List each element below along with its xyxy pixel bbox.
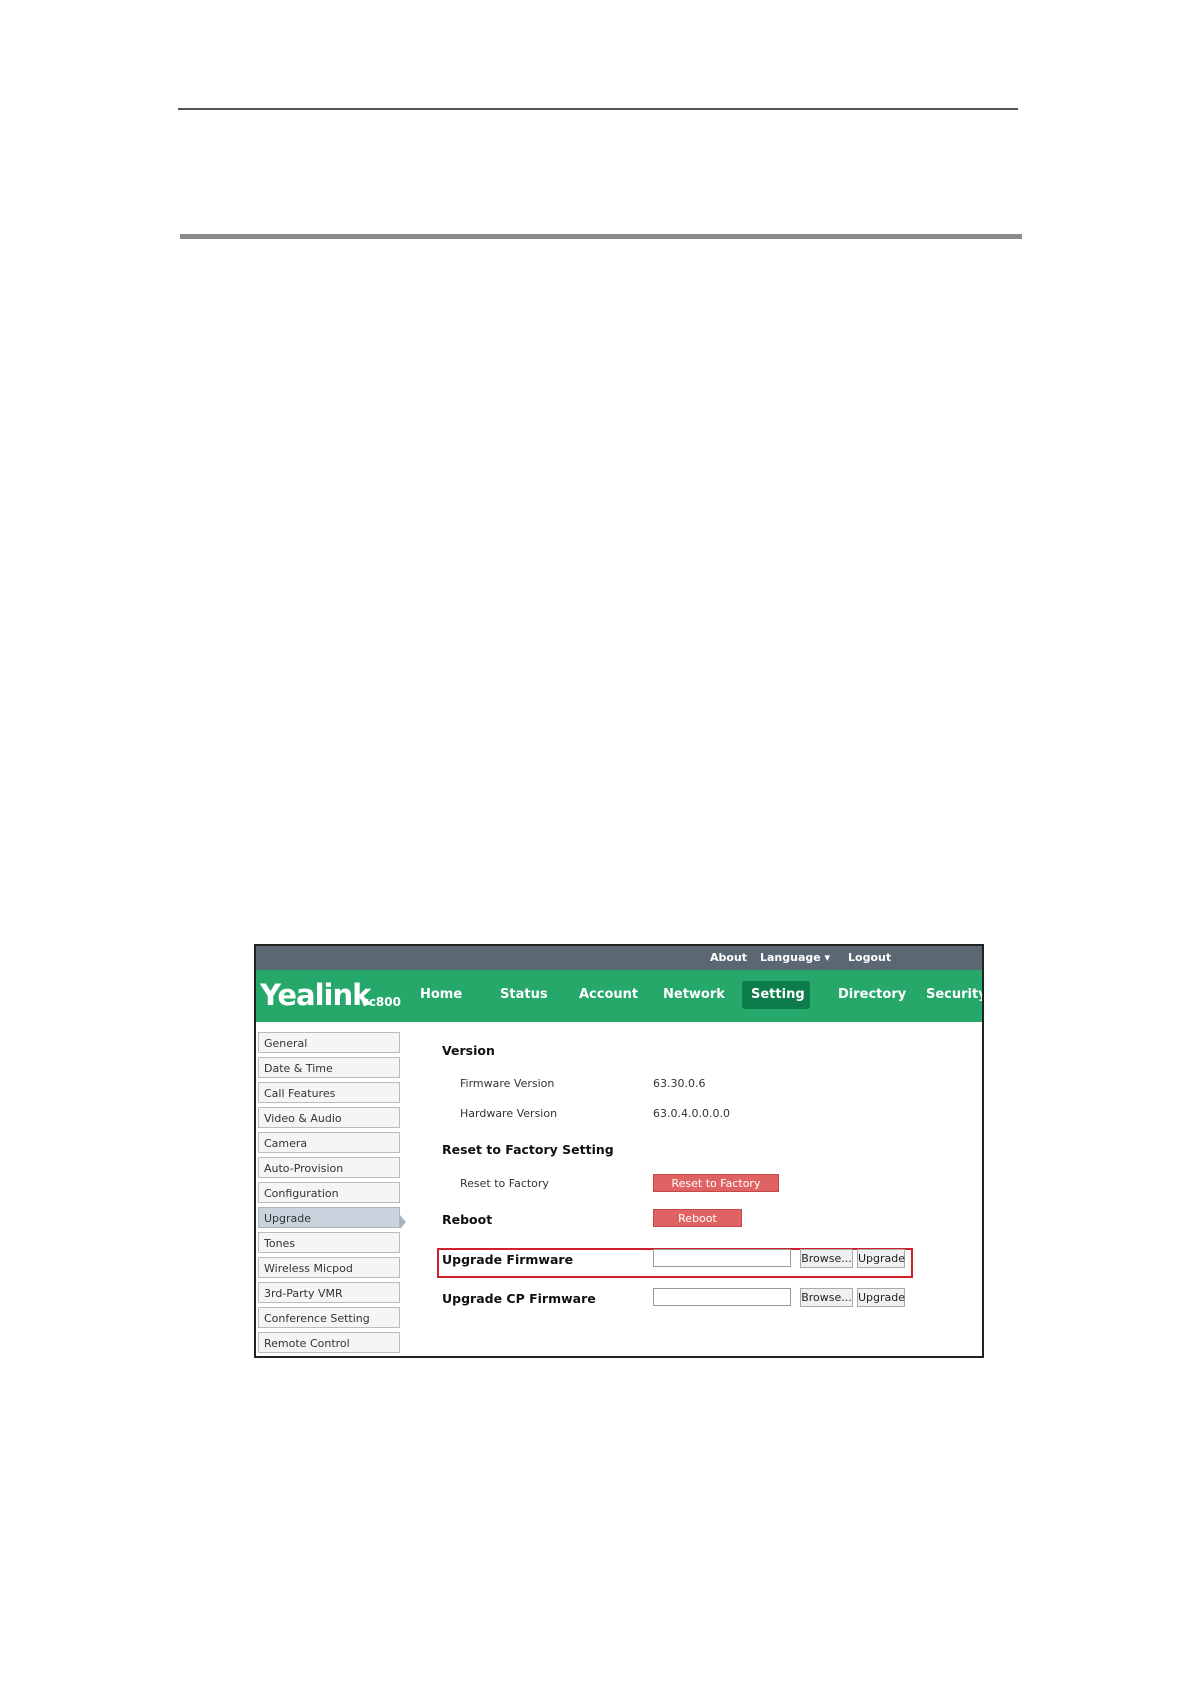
about-link[interactable]: About xyxy=(710,951,747,964)
reset-label: Reset to Factory xyxy=(460,1177,549,1190)
tab-directory[interactable]: Directory xyxy=(838,987,906,1002)
reset-title: Reset to Factory Setting xyxy=(442,1142,614,1157)
sidebar-item-tones[interactable]: Tones xyxy=(258,1232,400,1253)
sidebar-item-date-time[interactable]: Date & Time xyxy=(258,1057,400,1078)
sidebar-item-upgrade[interactable]: Upgrade xyxy=(258,1207,400,1228)
reboot-button[interactable]: Reboot xyxy=(653,1209,742,1227)
upgrade-firmware-title: Upgrade Firmware xyxy=(442,1252,574,1267)
cp-upgrade-button[interactable]: Upgrade xyxy=(857,1288,905,1307)
firmware-version-label: Firmware Version xyxy=(460,1077,555,1090)
sidebar-item-auto-provision[interactable]: Auto-Provision xyxy=(258,1157,400,1178)
tab-security[interactable]: Security xyxy=(926,987,982,1002)
reboot-title: Reboot xyxy=(442,1212,493,1227)
reset-factory-button[interactable]: Reset to Factory Setting xyxy=(653,1174,779,1203)
tab-home[interactable]: Home xyxy=(420,987,462,1002)
main-nav: Yealink vc800 Home Status Account Networ… xyxy=(256,970,982,1022)
sidebar-item-3rd-party-vmr[interactable]: 3rd-Party VMR xyxy=(258,1282,400,1303)
firmware-browse-button[interactable]: Browse... xyxy=(800,1249,853,1268)
sidebar-item-configuration[interactable]: Configuration xyxy=(258,1182,400,1203)
hardware-version-value: 63.0.4.0.0.0.0 xyxy=(653,1107,730,1120)
sidebar-item-remote-control[interactable]: Remote Control xyxy=(258,1332,400,1353)
tab-account[interactable]: Account xyxy=(579,987,638,1002)
language-menu[interactable]: Language ▾ xyxy=(760,951,830,964)
model-label: vc800 xyxy=(361,995,401,1009)
cp-file-input[interactable] xyxy=(653,1288,791,1306)
web-ui-screenshot: About Language ▾ Logout Yealink vc800 Ho… xyxy=(254,944,984,1358)
sidebar-item-conference-setting[interactable]: Conference Setting xyxy=(258,1307,400,1328)
sidebar-item-wireless-micpod[interactable]: Wireless Micpod xyxy=(258,1257,400,1278)
sidebar-item-general[interactable]: General xyxy=(258,1032,400,1053)
tab-network[interactable]: Network xyxy=(663,987,725,1002)
yealink-logo: Yealink xyxy=(260,978,371,1012)
firmware-file-input[interactable] xyxy=(653,1249,791,1267)
sidebar-item-camera[interactable]: Camera xyxy=(258,1132,400,1153)
firmware-version-value: 63.30.0.6 xyxy=(653,1077,706,1090)
version-title: Version xyxy=(442,1043,495,1058)
settings-content: General Date & Time Call Features Video … xyxy=(256,1022,982,1356)
upgrade-cp-title: Upgrade CP Firmware xyxy=(442,1291,596,1306)
tab-setting[interactable]: Setting xyxy=(751,987,805,1002)
chapter-divider xyxy=(180,234,1022,239)
firmware-upgrade-button[interactable]: Upgrade xyxy=(857,1249,905,1268)
sidebar-item-video-audio[interactable]: Video & Audio xyxy=(258,1107,400,1128)
logout-link[interactable]: Logout xyxy=(848,951,891,964)
top-utility-bar: About Language ▾ Logout xyxy=(256,946,982,970)
sidebar-item-call-features[interactable]: Call Features xyxy=(258,1082,400,1103)
hardware-version-label: Hardware Version xyxy=(460,1107,558,1120)
page-top-rule xyxy=(178,108,1018,110)
cp-browse-button[interactable]: Browse... xyxy=(800,1288,853,1307)
tab-status[interactable]: Status xyxy=(500,987,548,1002)
active-arrow-icon xyxy=(400,1215,406,1229)
